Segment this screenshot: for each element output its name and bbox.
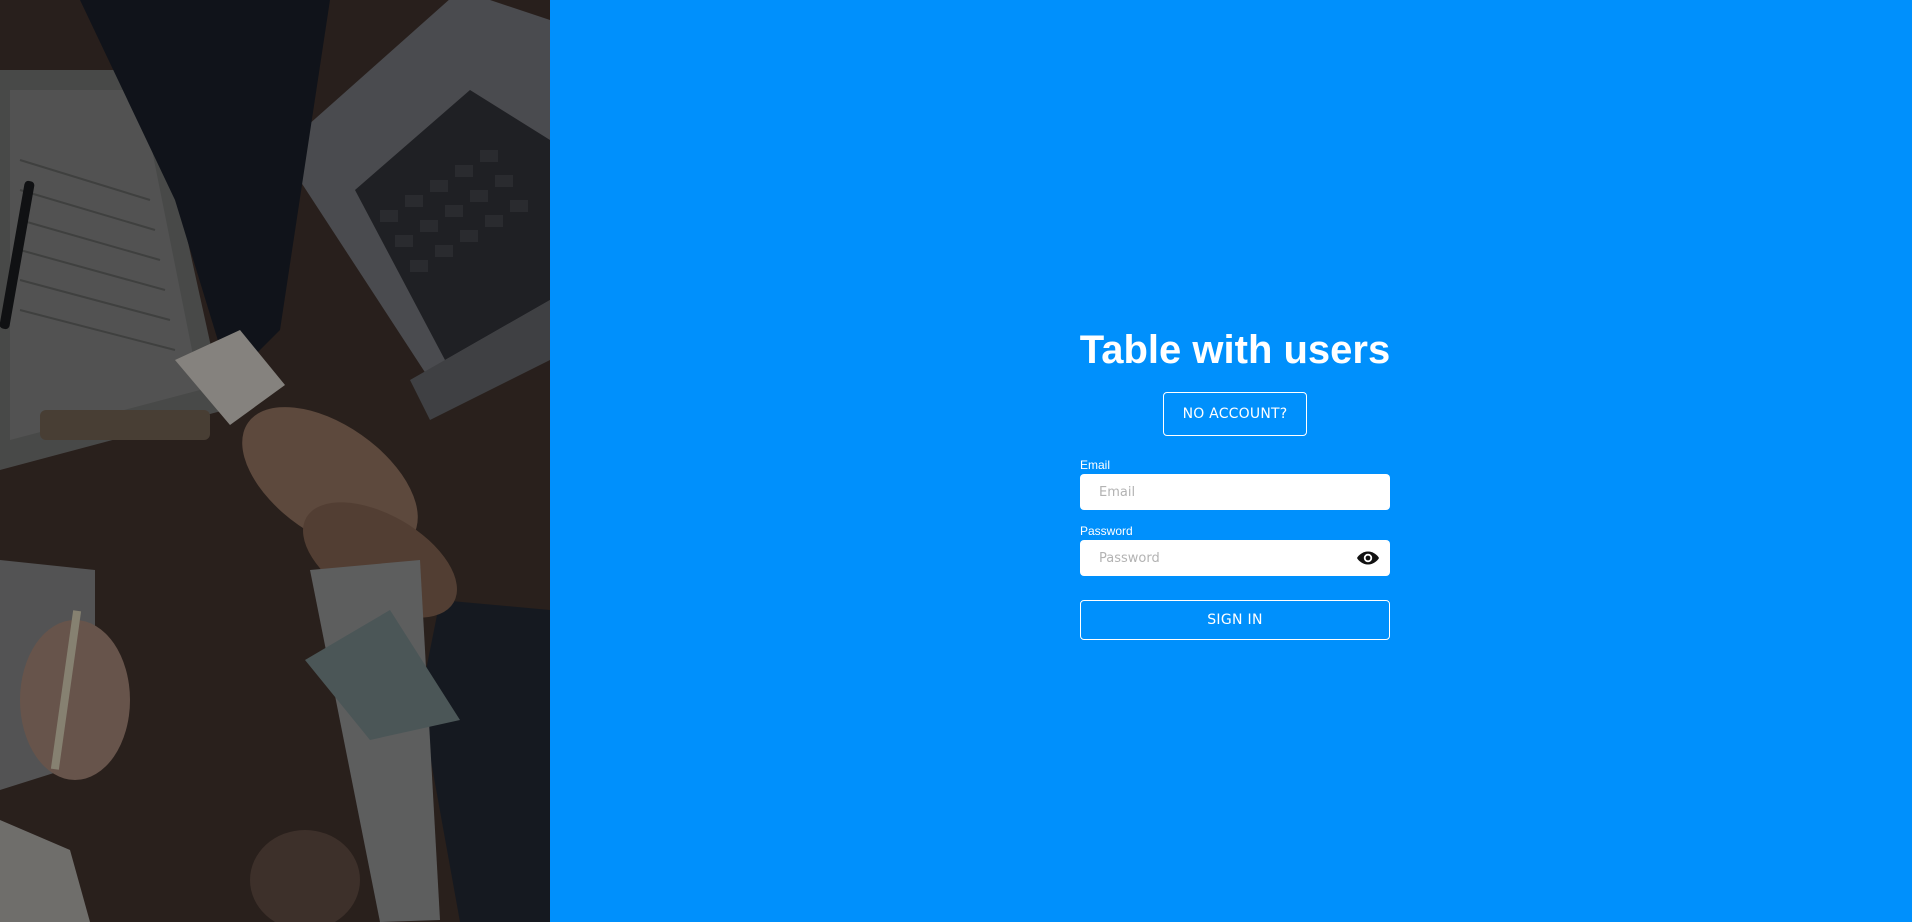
email-input[interactable]: [1080, 474, 1390, 510]
hero-photo: [0, 0, 550, 922]
login-page: Table with users NO ACCOUNT? Email Passw…: [0, 0, 1912, 922]
page-title: Table with users: [1079, 328, 1391, 372]
email-input-wrapper: [1080, 474, 1390, 510]
eye-icon[interactable]: [1356, 548, 1380, 568]
password-input-wrapper: [1080, 540, 1390, 576]
password-label: Password: [1080, 524, 1133, 538]
password-input[interactable]: [1080, 540, 1390, 576]
login-panel: Table with users NO ACCOUNT? Email Passw…: [550, 0, 1912, 922]
password-field-group: Password: [1080, 524, 1390, 576]
sign-in-button[interactable]: SIGN IN: [1080, 600, 1390, 640]
email-label: Email: [1080, 458, 1111, 472]
login-form: Table with users NO ACCOUNT? Email Passw…: [1080, 322, 1390, 640]
no-account-button[interactable]: NO ACCOUNT?: [1162, 392, 1308, 436]
photo-dark-overlay: [0, 0, 550, 922]
email-field-group: Email: [1080, 458, 1390, 510]
